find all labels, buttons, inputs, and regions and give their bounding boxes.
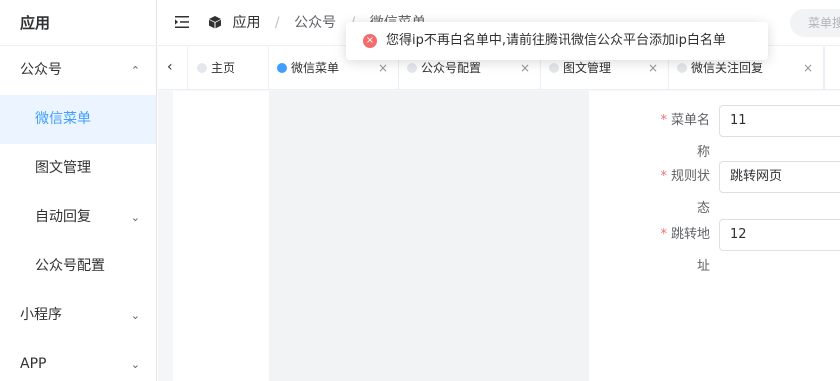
sidebar-item-label: 小程序	[20, 307, 62, 323]
tab-label: 微信菜单	[291, 61, 340, 75]
menu-fold-icon[interactable]	[174, 14, 190, 30]
menu-search-input[interactable]: 菜单搜	[790, 9, 840, 37]
form-label: * 跳转地址	[648, 219, 710, 283]
breadcrumb-level1[interactable]: 公众号	[294, 15, 336, 31]
sidebar-item-label: 公众号配置	[35, 258, 105, 274]
sidebar-item-label: 自动回复	[35, 209, 91, 225]
chevron-down-icon: ⌄	[130, 358, 140, 371]
chevron-down-icon: ⌄	[130, 211, 140, 224]
sidebar-item-auto-reply[interactable]: 自动回复 ⌄	[0, 193, 156, 242]
sidebar-item-label: 图文管理	[35, 160, 91, 176]
tabs-scroll-left-button[interactable]: ‹	[158, 47, 188, 90]
app-logo: 应用	[0, 0, 156, 46]
form-label-text: 规则状态	[670, 169, 710, 216]
tab-status-dot	[549, 63, 559, 73]
required-mark: *	[660, 227, 667, 242]
tab-status-dot	[677, 63, 687, 73]
tab-label: 公众号配置	[421, 61, 482, 75]
tab-label: 图文管理	[563, 61, 612, 75]
chevron-left-icon: ‹	[167, 59, 173, 75]
breadcrumb-root[interactable]: 应用	[232, 15, 260, 31]
form-label-text: 跳转地址	[670, 227, 710, 274]
sidebar-item-label: 公众号	[20, 62, 62, 78]
sidebar-item-app[interactable]: APP ⌄	[0, 340, 156, 381]
content-left-strip	[158, 91, 173, 381]
error-toast: × 您得ip不再白名单中,请前往腾讯微信公众平台添加ip白名单	[346, 22, 768, 60]
sidebar-item-article-manage[interactable]: 图文管理	[0, 144, 156, 193]
sidebar-item-label: APP	[20, 356, 47, 372]
sidebar: 应用 公众号 ⌃ 微信菜单 图文管理 自动回复 ⌄ 公众号配置 小程序 ⌄ AP…	[0, 0, 157, 381]
cube-icon	[209, 16, 221, 29]
tab-status-dot	[407, 63, 417, 73]
app-root: 应用 公众号 ⌃ 微信菜单 图文管理 自动回复 ⌄ 公众号配置 小程序 ⌄ AP…	[0, 0, 840, 381]
menu-name-input[interactable]: 11	[719, 105, 840, 137]
required-mark: *	[660, 113, 667, 128]
chevron-up-icon: ⌃	[130, 64, 140, 77]
sidebar-item-wechat-menu[interactable]: 微信菜单	[0, 95, 156, 144]
menu-preview-panel	[269, 91, 589, 381]
tab-home[interactable]: 主页	[189, 47, 269, 90]
tab-status-dot	[277, 63, 287, 73]
required-mark: *	[660, 169, 667, 184]
tab-label: 微信关注回复	[691, 61, 764, 75]
close-icon[interactable]: ×	[803, 47, 813, 90]
tab-status-dot	[197, 63, 207, 73]
breadcrumb-separator: /	[274, 15, 280, 31]
sidebar-item-gzh[interactable]: 公众号 ⌃	[0, 46, 156, 95]
tab-label: 主页	[211, 61, 236, 75]
sidebar-item-miniprogram[interactable]: 小程序 ⌄	[0, 291, 156, 340]
sidebar-item-label: 微信菜单	[35, 111, 91, 127]
form-label-text: 菜单名称	[670, 113, 710, 160]
rule-status-select[interactable]: 跳转网页	[719, 161, 840, 193]
error-icon: ×	[363, 34, 377, 48]
toast-message: 您得ip不再白名单中,请前往腾讯微信公众平台添加ip白名单	[386, 33, 726, 48]
main-content: * 菜单名称 11 * 规则状态 跳转网页 * 跳转地址 12	[158, 91, 840, 381]
sidebar-item-gzh-config[interactable]: 公众号配置	[0, 242, 156, 291]
chevron-down-icon: ⌄	[130, 309, 140, 322]
form-label: * 菜单名称	[648, 105, 710, 169]
form-label: * 规则状态	[648, 161, 710, 225]
tabs-scroll-right-button[interactable]	[824, 47, 840, 90]
jump-url-input[interactable]: 12	[719, 219, 840, 251]
